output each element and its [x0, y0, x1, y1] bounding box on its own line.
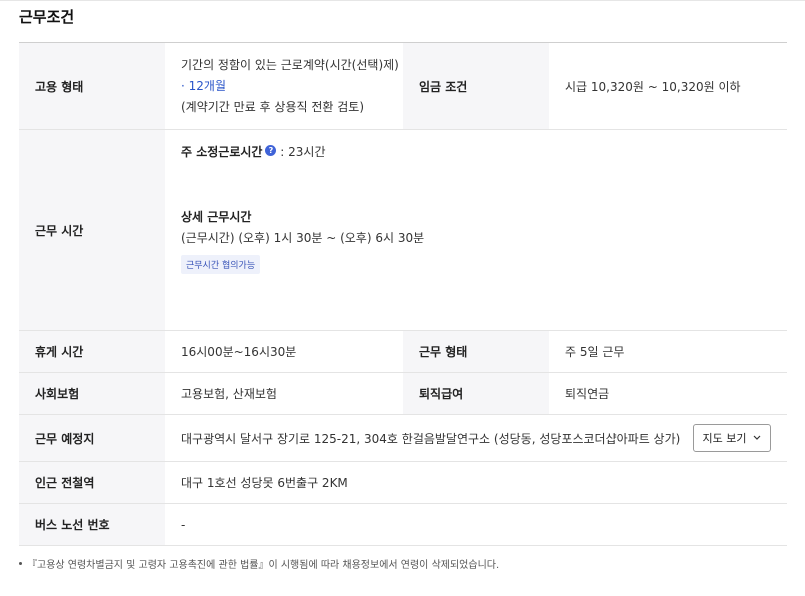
conversion-note: (계약기간 만료 후 상용직 전환 검토) — [181, 99, 364, 114]
negotiable-badge: 근무시간 협의가능 — [181, 255, 261, 274]
break-label: 휴게 시간 — [19, 331, 165, 372]
bullet-dot — [19, 562, 22, 565]
weekly-hours-value: : 23시간 — [280, 145, 326, 159]
wage-label: 임금 조건 — [403, 43, 549, 129]
insurance-value: 고용보험, 산재보험 — [181, 387, 277, 401]
help-icon[interactable]: ? — [265, 145, 277, 156]
break-row: 휴게 시간 16시00분~16시30분 근무 형태 주 5일 근무 — [19, 331, 787, 373]
employment-type-text: 기간의 정함이 있는 근로계약(시간(선택)제) — [181, 57, 399, 72]
map-view-button[interactable]: 지도 보기 — [692, 424, 771, 452]
work-type-label: 근무 형태 — [403, 331, 549, 372]
chevron-down-icon — [753, 435, 761, 440]
top-divider — [0, 0, 805, 1]
work-hours-label: 근무 시간 — [19, 130, 165, 330]
bus-value: - — [181, 517, 186, 532]
work-conditions-table: 고용 형태 기간의 정함이 있는 근로계약(시간(선택)제) · 12개월 (계… — [19, 42, 787, 546]
weekly-hours-title: 주 소정근로시간 — [181, 145, 263, 159]
work-type-value: 주 5일 근무 — [565, 345, 625, 359]
insurance-label: 사회보험 — [19, 373, 165, 414]
location-row: 근무 예정지 대구광역시 달서구 장기로 125-21, 304호 한걸음발달연… — [19, 415, 787, 462]
detail-hours-value: (근무시간) (오후) 1시 30분 ~ (오후) 6시 30분 — [181, 231, 425, 245]
bus-label: 버스 노선 번호 — [19, 504, 165, 545]
wage-value: 시급 10,320원 ~ 10,320원 이하 — [565, 79, 741, 94]
work-hours-value: 주 소정근로시간? : 23시간 상세 근무시간 (근무시간) (오후) 1시 … — [165, 130, 787, 330]
subway-value: 대구 1호선 성당못 6번출구 2KM — [181, 476, 348, 490]
break-value: 16시00분~16시30분 — [181, 345, 297, 359]
subway-row: 인근 전철역 대구 1호선 성당못 6번출구 2KM — [19, 462, 787, 504]
section-title: 근무조건 — [19, 8, 75, 26]
bus-row: 버스 노선 번호 - — [19, 504, 787, 546]
severance-value: 퇴직연금 — [565, 387, 610, 401]
severance-label: 퇴직급여 — [403, 373, 549, 414]
subway-label: 인근 전철역 — [19, 462, 165, 503]
map-view-label: 지도 보기 — [702, 432, 747, 445]
contract-period: · 12개월 — [181, 78, 226, 93]
location-label: 근무 예정지 — [19, 415, 165, 461]
location-value-cell: 대구광역시 달서구 장기로 125-21, 304호 한걸음발달연구소 (성당동… — [165, 415, 787, 461]
insurance-row: 사회보험 고용보험, 산재보험 퇴직급여 퇴직연금 — [19, 373, 787, 415]
footnote-text: 『고용상 연령차별금지 및 고령자 고용촉진에 관한 법률』이 시행됨에 따라 … — [27, 560, 500, 571]
work-hours-row: 근무 시간 주 소정근로시간? : 23시간 상세 근무시간 (근무시간) (오… — [19, 130, 787, 331]
employment-row: 고용 형태 기간의 정함이 있는 근로계약(시간(선택)제) · 12개월 (계… — [19, 43, 787, 130]
age-removal-footnote: 『고용상 연령차별금지 및 고령자 고용촉진에 관한 법률』이 시행됨에 따라 … — [19, 556, 499, 571]
employment-label: 고용 형태 — [19, 43, 165, 129]
detail-hours-title: 상세 근무시간 — [181, 210, 252, 224]
location-address: 대구광역시 달서구 장기로 125-21, 304호 한걸음발달연구소 (성당동… — [181, 431, 681, 446]
employment-value: 기간의 정함이 있는 근로계약(시간(선택)제) · 12개월 (계약기간 만료… — [165, 43, 403, 129]
